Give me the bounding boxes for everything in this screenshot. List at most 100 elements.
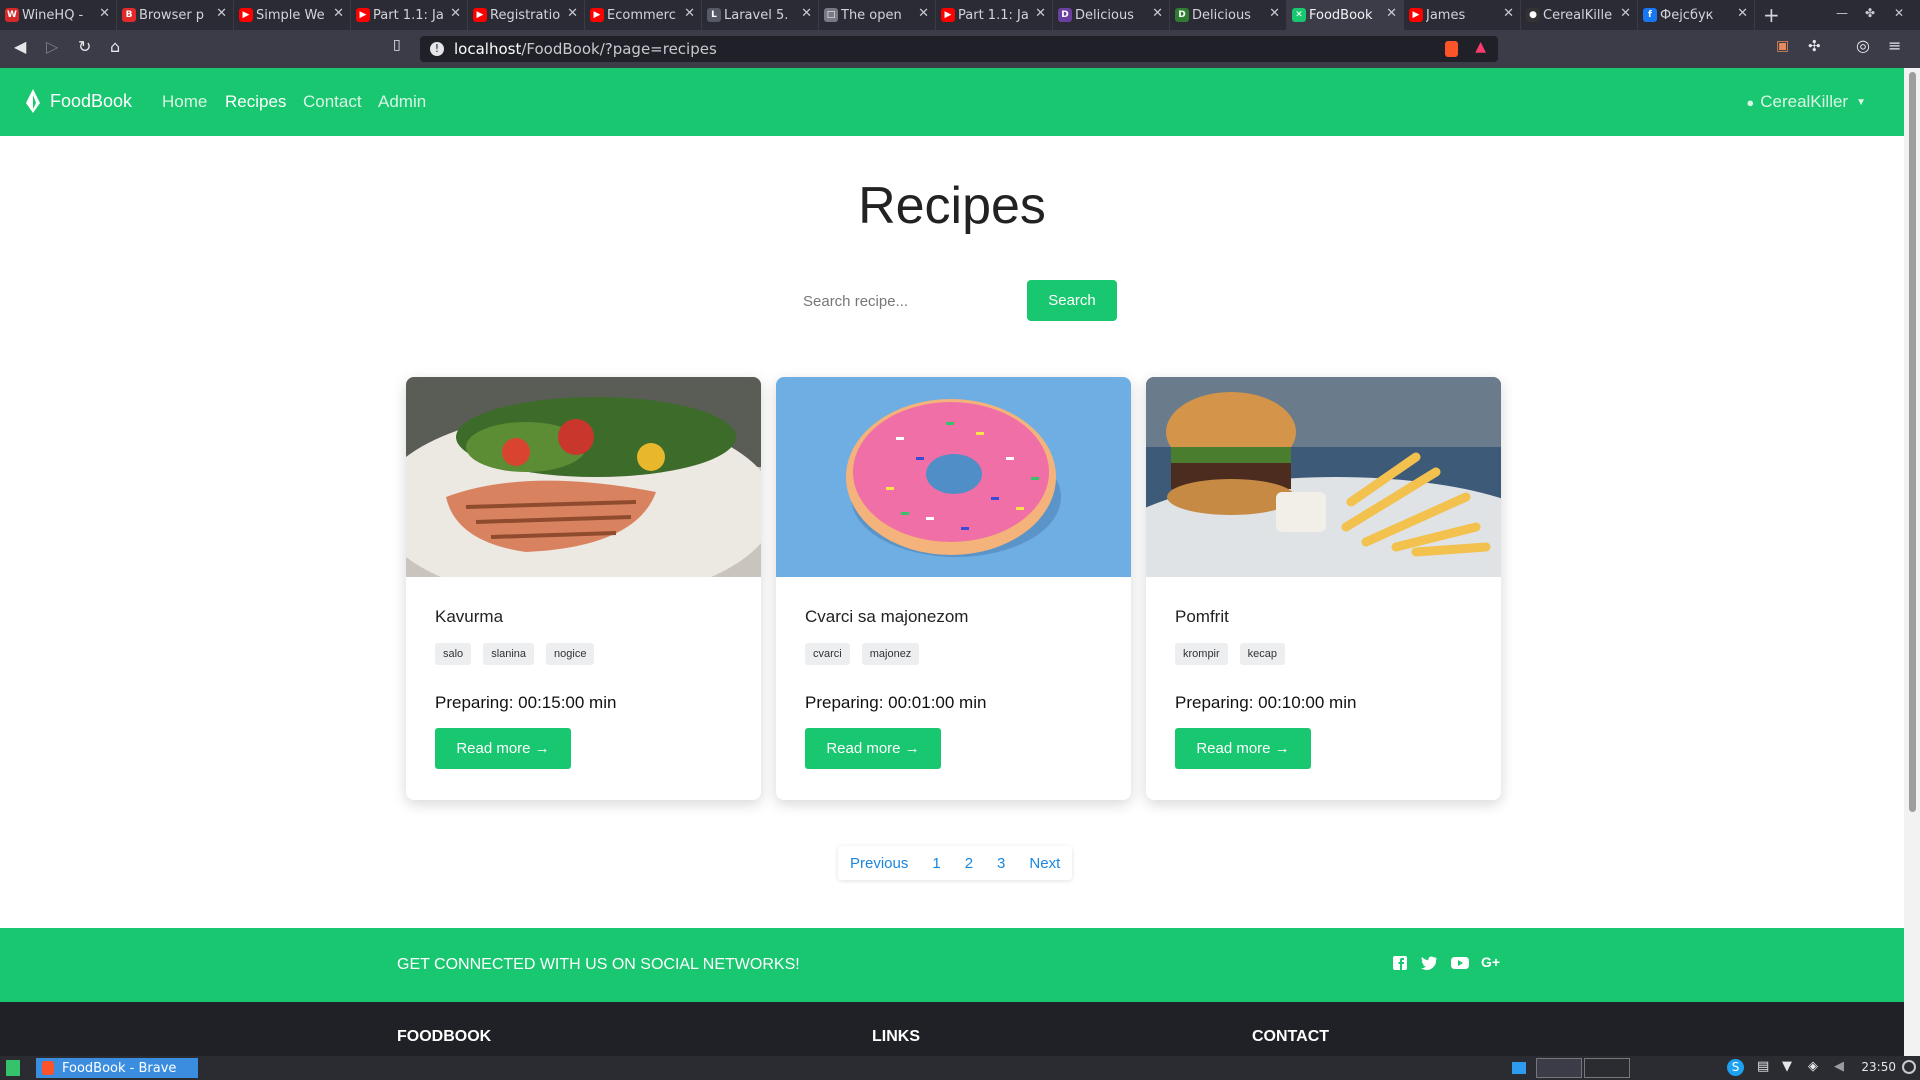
url-path: /FoodBook/?page=recipes: [521, 40, 717, 58]
facebook-icon[interactable]: [1391, 954, 1409, 972]
tab-close-icon[interactable]: ✕: [333, 6, 344, 21]
recipe-title[interactable]: Cvarci sa majonezom: [805, 607, 968, 627]
read-more-button[interactable]: Read more →: [435, 728, 571, 769]
recipe-image-salmon[interactable]: [406, 377, 761, 577]
search-input[interactable]: [790, 282, 1020, 320]
browser-tab[interactable]: ▶ Part 1.1: Ja ✕: [351, 0, 468, 30]
browser-tab[interactable]: ✕ FoodBook ✕: [1287, 0, 1404, 30]
tab-close-icon[interactable]: ✕: [1152, 6, 1163, 21]
browser-tab[interactable]: □ The open ✕: [819, 0, 936, 30]
browser-tab[interactable]: ▶ James ✕: [1404, 0, 1521, 30]
tab-close-icon[interactable]: ✕: [684, 6, 695, 21]
pagination-previous[interactable]: Previous: [838, 855, 920, 872]
browser-tab[interactable]: D Delicious ✕: [1170, 0, 1287, 30]
tab-close-icon[interactable]: ✕: [1737, 6, 1748, 21]
search-button[interactable]: Search: [1027, 280, 1117, 321]
os-taskbar: FoodBook - Brave S ▤ ▼ ◈ ◀ 23:50: [0, 1056, 1920, 1080]
browser-tab[interactable]: ▶ Ecommerc ✕: [585, 0, 702, 30]
page-scrollbar[interactable]: [1904, 68, 1920, 1056]
browser-tab[interactable]: L Laravel 5. ✕: [702, 0, 819, 30]
close-window-button[interactable]: ✕: [1894, 6, 1904, 20]
recipe-tag[interactable]: krompir: [1175, 643, 1228, 665]
recipe-title[interactable]: Kavurma: [435, 607, 503, 627]
new-tab-button[interactable]: +: [1763, 3, 1780, 27]
twitter-icon[interactable]: [1420, 954, 1438, 972]
browser-tab[interactable]: ● CerealKille ✕: [1521, 0, 1638, 30]
brand-link[interactable]: FoodBook: [24, 89, 132, 113]
recipe-tag[interactable]: slanina: [483, 643, 535, 665]
tab-title: CerealKille: [1543, 7, 1613, 23]
workspace-1[interactable]: [1536, 1058, 1582, 1078]
browser-tab[interactable]: ▶ Simple We ✕: [234, 0, 351, 30]
recipe-tag[interactable]: majonez: [861, 643, 920, 665]
reload-icon[interactable]: ↻: [78, 37, 91, 56]
tab-close-icon[interactable]: ✕: [216, 6, 227, 21]
bookmark-icon[interactable]: ▯: [393, 37, 401, 53]
browser-tab[interactable]: f Фејсбук ✕: [1638, 0, 1755, 30]
extension-icon[interactable]: ▣: [1776, 38, 1789, 54]
volume-icon[interactable]: ◀: [1834, 1059, 1844, 1074]
minimize-window-button[interactable]: —: [1836, 6, 1848, 20]
recipe-tag[interactable]: cvarci: [805, 643, 850, 665]
restore-window-button[interactable]: ✤: [1865, 6, 1875, 20]
nav-contact[interactable]: Contact: [303, 92, 362, 112]
scrollbar-thumb[interactable]: [1909, 72, 1916, 812]
tab-close-icon[interactable]: ✕: [1269, 6, 1280, 21]
tab-favicon-icon: ▶: [239, 8, 253, 22]
brave-shields-icon[interactable]: [1445, 41, 1458, 57]
nav-admin[interactable]: Admin: [378, 92, 426, 112]
tab-close-icon[interactable]: ✕: [450, 6, 461, 21]
tab-close-icon[interactable]: ✕: [1035, 6, 1046, 21]
shield-icon[interactable]: ◈: [1808, 1059, 1818, 1074]
skype-icon[interactable]: S: [1727, 1059, 1744, 1076]
site-info-icon[interactable]: !: [430, 42, 444, 56]
tab-close-icon[interactable]: ✕: [801, 6, 812, 21]
recipe-tag[interactable]: kecap: [1239, 643, 1286, 665]
tab-close-icon[interactable]: ✕: [1386, 6, 1397, 21]
recipe-tag[interactable]: nogice: [546, 643, 595, 665]
home-icon[interactable]: ⌂: [110, 37, 120, 56]
google-plus-icon[interactable]: G+: [1481, 954, 1505, 972]
tab-title: Delicious: [1192, 7, 1251, 23]
browser-tab[interactable]: B Browser p ✕: [117, 0, 234, 30]
youtube-icon[interactable]: [1450, 954, 1470, 972]
menu-icon[interactable]: ≡: [1888, 36, 1901, 55]
recipe-prep-time: Preparing: 00:01:00 min: [805, 693, 987, 712]
browser-tab[interactable]: ▶ Registratio ✕: [468, 0, 585, 30]
profile-icon[interactable]: ◎: [1856, 36, 1870, 55]
extension-gear-icon[interactable]: ✣: [1808, 37, 1821, 55]
workspace-2[interactable]: [1584, 1058, 1630, 1078]
clipboard-icon[interactable]: ▤: [1757, 1059, 1769, 1074]
tab-close-icon[interactable]: ✕: [99, 6, 110, 21]
app-menu-icon[interactable]: [6, 1060, 20, 1076]
address-bar[interactable]: ! localhost/FoodBook/?page=recipes ▲: [420, 36, 1498, 62]
forward-icon[interactable]: ▷: [46, 37, 58, 56]
taskbar-window-button[interactable]: FoodBook - Brave: [36, 1058, 198, 1078]
power-icon[interactable]: [1902, 1060, 1916, 1074]
pagination-page-2[interactable]: 2: [953, 855, 985, 872]
recipe-title[interactable]: Pomfrit: [1175, 607, 1229, 627]
pagination-next[interactable]: Next: [1017, 855, 1072, 872]
browser-tab[interactable]: D Delicious ✕: [1053, 0, 1170, 30]
read-more-button[interactable]: Read more →: [1175, 728, 1311, 769]
tab-favicon-icon: ▶: [473, 8, 487, 22]
wifi-icon[interactable]: ▼: [1782, 1059, 1792, 1074]
nav-recipes[interactable]: Recipes: [225, 92, 286, 112]
pagination-page-1[interactable]: 1: [920, 855, 952, 872]
back-icon[interactable]: ◀: [14, 37, 26, 56]
recipe-tag[interactable]: salo: [435, 643, 472, 665]
tab-close-icon[interactable]: ✕: [1503, 6, 1514, 21]
nav-home[interactable]: Home: [162, 92, 207, 112]
browser-tab[interactable]: ▶ Part 1.1: Ja ✕: [936, 0, 1053, 30]
files-icon[interactable]: [1512, 1062, 1526, 1074]
tab-close-icon[interactable]: ✕: [1620, 6, 1631, 21]
read-more-button[interactable]: Read more →: [805, 728, 941, 769]
recipe-image-burger[interactable]: [1146, 377, 1501, 577]
user-menu[interactable]: ● CerealKiller ▼: [1746, 92, 1866, 112]
tab-close-icon[interactable]: ✕: [918, 6, 929, 21]
tab-close-icon[interactable]: ✕: [567, 6, 578, 21]
brave-rewards-icon[interactable]: ▲: [1475, 39, 1486, 55]
pagination-page-3[interactable]: 3: [985, 855, 1017, 872]
recipe-image-donut[interactable]: [776, 377, 1131, 577]
browser-tab[interactable]: W WineHQ - ✕: [0, 0, 117, 30]
